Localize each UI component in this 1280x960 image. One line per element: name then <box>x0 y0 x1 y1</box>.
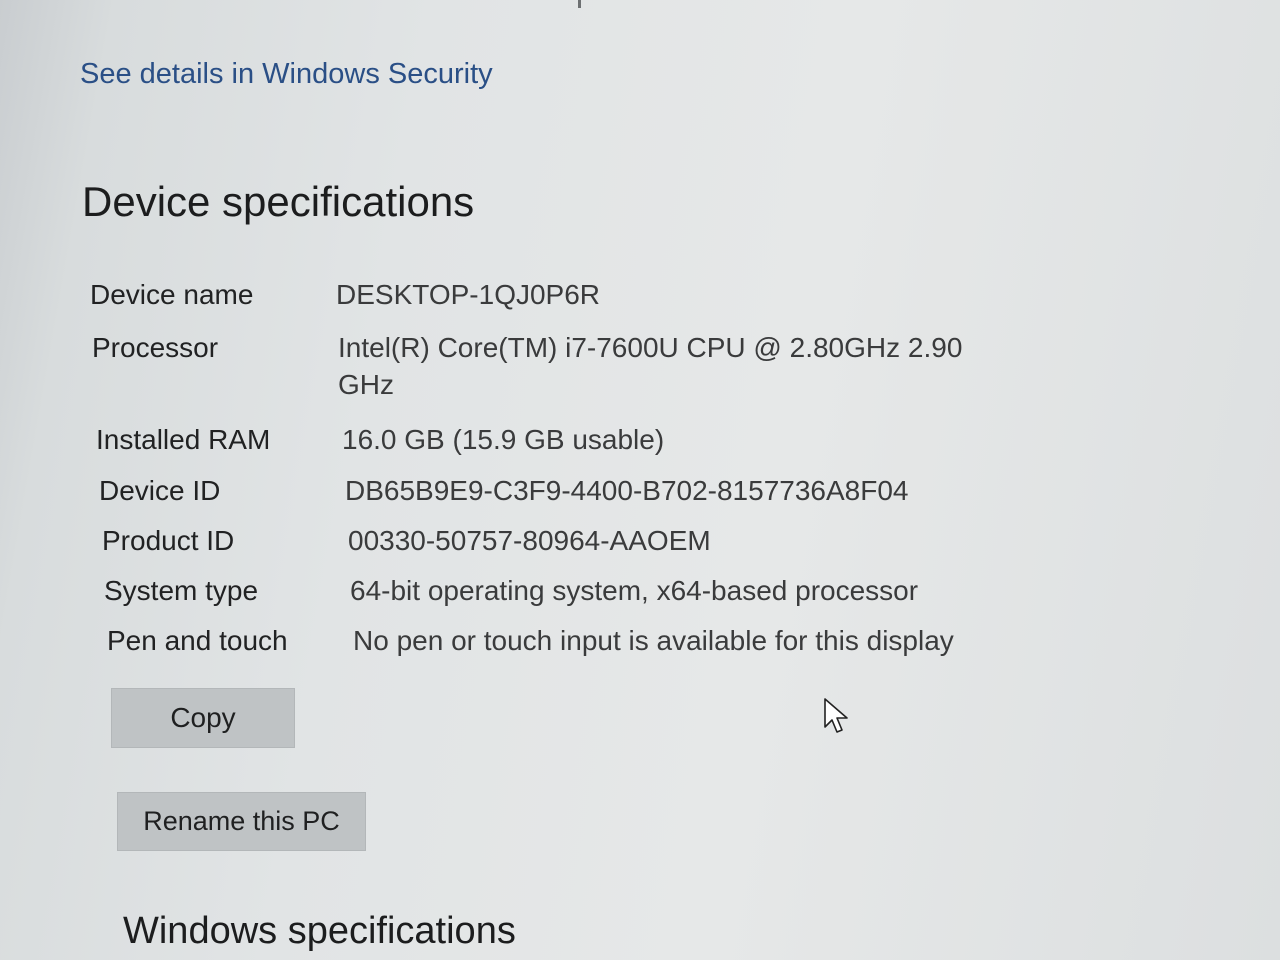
spec-value: Intel(R) Core(TM) i7-7600U CPU @ 2.80GHz… <box>338 332 963 400</box>
spec-label: Product ID <box>102 525 235 556</box>
windows-specifications-heading: Windows specifications <box>123 910 516 952</box>
spec-value: 16.0 GB (15.9 GB usable) <box>342 424 665 455</box>
rename-pc-button[interactable]: Rename this PC <box>117 792 366 851</box>
device-specifications-heading: Device specifications <box>82 178 475 225</box>
spec-label: Processor <box>92 332 219 363</box>
spec-value: 00330-50757-80964-AAOEM <box>348 525 711 556</box>
copy-button[interactable]: Copy <box>111 688 295 748</box>
spec-value: DB65B9E9-C3F9-4400-B702-8157736A8F04 <box>345 475 909 506</box>
spec-label: Device ID <box>99 475 221 506</box>
spec-label: Installed RAM <box>96 424 271 455</box>
spec-value: No pen or touch input is available for t… <box>353 625 954 656</box>
spec-value: 64-bit operating system, x64-based proce… <box>350 575 919 606</box>
spec-label: System type <box>104 575 259 606</box>
spec-label: Device name <box>90 279 254 310</box>
spec-label: Pen and touch <box>107 625 288 656</box>
mouse-pointer-icon <box>824 698 848 733</box>
scroll-indicator <box>578 0 581 8</box>
spec-value: DESKTOP-1QJ0P6R <box>336 279 601 310</box>
settings-about-page: See details in Windows Security Device s… <box>0 0 1280 960</box>
windows-security-link[interactable]: See details in Windows Security <box>80 58 493 91</box>
